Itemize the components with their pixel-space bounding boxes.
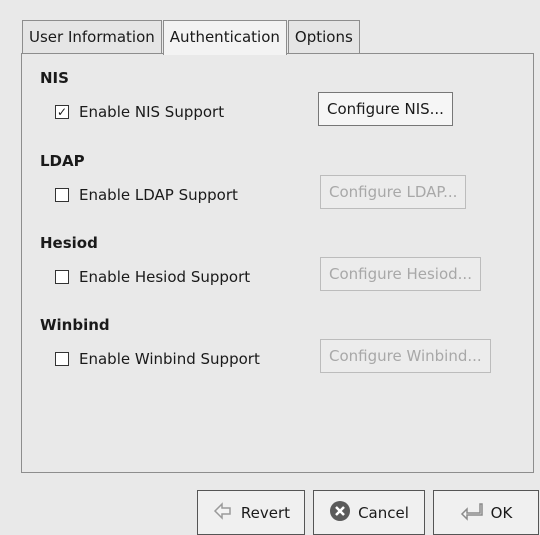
configure-nis-button[interactable]: Configure NIS... (318, 92, 453, 126)
cancel-button[interactable]: Cancel (313, 490, 425, 535)
section-nis: NIS ✓ Enable NIS Support Configure NIS..… (40, 69, 520, 139)
section-title: LDAP (40, 152, 85, 170)
cancel-icon (329, 500, 351, 526)
revert-label: Revert (240, 503, 291, 522)
section-title: Hesiod (40, 234, 98, 252)
winbind-checkbox[interactable] (55, 352, 69, 366)
tab-authentication[interactable]: Authentication (162, 20, 287, 55)
winbind-checkbox-label[interactable]: Enable Winbind Support (79, 350, 260, 368)
revert-icon (212, 500, 234, 526)
tab-bar: User Information Authentication Options (22, 20, 361, 55)
tab-panel: NIS ✓ Enable NIS Support Configure NIS..… (21, 53, 534, 473)
hesiod-checkbox[interactable] (55, 270, 69, 284)
section-hesiod: Hesiod Enable Hesiod Support Configure H… (40, 234, 520, 304)
ok-icon (460, 500, 484, 526)
ok-button[interactable]: OK (433, 490, 539, 535)
section-ldap: LDAP Enable LDAP Support Configure LDAP.… (40, 152, 520, 222)
configure-ldap-button[interactable]: Configure LDAP... (320, 175, 467, 209)
ldap-checkbox-label[interactable]: Enable LDAP Support (79, 186, 238, 204)
ok-label: OK (490, 503, 513, 522)
tab-options[interactable]: Options (287, 20, 360, 53)
configure-winbind-button[interactable]: Configure Winbind... (320, 339, 491, 373)
cancel-label: Cancel (358, 503, 409, 522)
configure-hesiod-button[interactable]: Configure Hesiod... (320, 257, 481, 291)
tab-user-information[interactable]: User Information (22, 20, 162, 53)
ldap-checkbox[interactable] (55, 188, 69, 202)
hesiod-checkbox-label[interactable]: Enable Hesiod Support (79, 268, 250, 286)
section-winbind: Winbind Enable Winbind Support Configure… (40, 316, 520, 386)
section-title: NIS (40, 69, 69, 87)
nis-checkbox-label[interactable]: Enable NIS Support (79, 103, 224, 121)
nis-checkbox[interactable]: ✓ (55, 105, 69, 119)
revert-button[interactable]: Revert (197, 490, 305, 535)
section-title: Winbind (40, 316, 110, 334)
